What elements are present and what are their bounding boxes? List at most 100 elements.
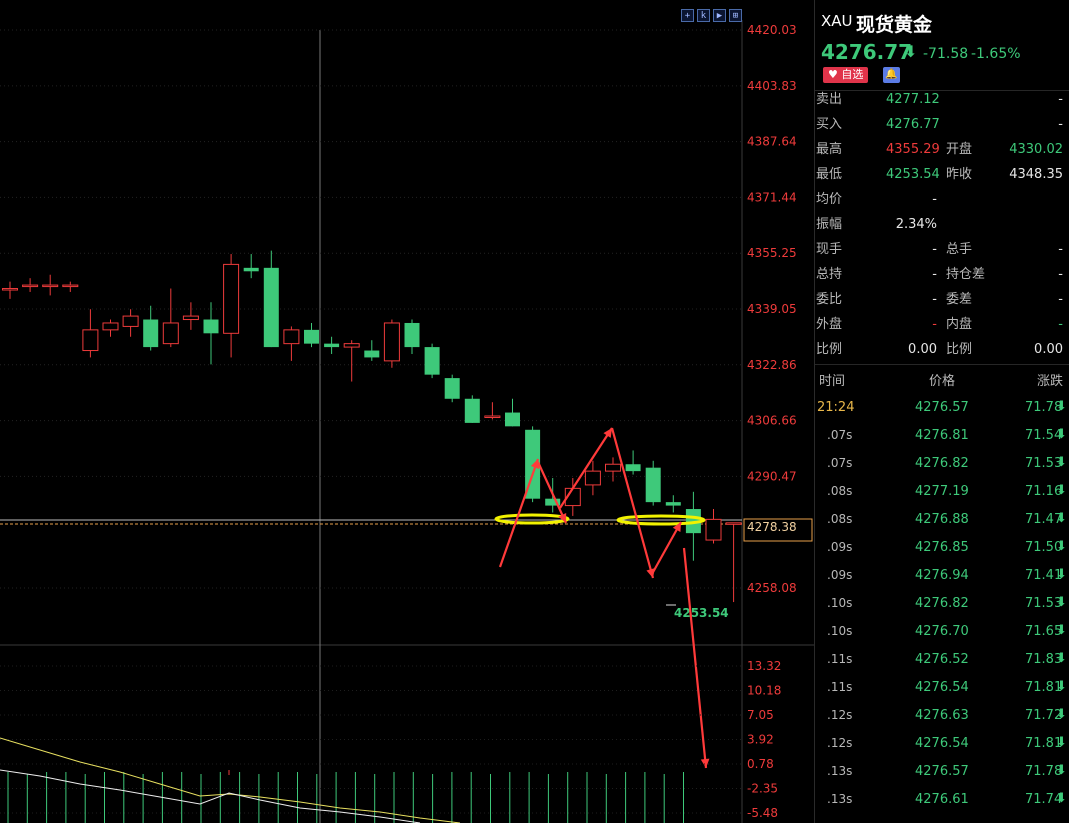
tick-row[interactable]: .11s 4276.54 71.81 ⬇	[815, 674, 1069, 702]
ticks-header-change: 涨跌	[1037, 374, 1064, 389]
tick-row[interactable]: .07s 4276.82 71.53 ⬇	[815, 450, 1069, 478]
tick-price: 4276.63	[915, 708, 969, 723]
quote-label: 持仓差	[946, 267, 986, 282]
candle-body	[143, 319, 159, 348]
quote-label: 现手	[816, 242, 843, 257]
price-tick-label: 4258.08	[747, 581, 797, 595]
low-marker-label: 4253.54	[674, 606, 729, 620]
favorite-label: 自选	[841, 68, 864, 81]
quote-value	[995, 191, 1063, 209]
quote-label: 振幅	[816, 217, 843, 232]
ticks-header-price: 价格	[929, 374, 956, 389]
play-icon[interactable]: ▶	[713, 9, 726, 22]
price-tick-label: 4306.66	[747, 414, 797, 428]
price-tick-label: 4290.47	[747, 469, 797, 483]
price-tick-label: 4278.38	[747, 520, 797, 534]
quote-label: 委比	[816, 292, 843, 307]
tick-row[interactable]: .10s 4276.82 71.53 ⬇	[815, 590, 1069, 618]
candle-body	[383, 322, 400, 362]
annotation-arrow	[498, 458, 540, 568]
tick-row[interactable]: .08s 4276.88 71.47 ⬇	[815, 506, 1069, 534]
macd-dea-line	[0, 737, 461, 823]
tick-row[interactable]: 21:24 4276.57 71.78 ⬇	[815, 394, 1069, 422]
ticks-header: 时间 价格 涨跌	[815, 368, 1069, 389]
tick-row[interactable]: .13s 4276.61 71.74 ⬇	[815, 786, 1069, 814]
quote-label: 比例	[816, 342, 843, 357]
tick-row[interactable]: .12s 4276.63 71.72 ⬇	[815, 702, 1069, 730]
candle-body	[102, 322, 119, 331]
tick-price: 4276.94	[915, 568, 969, 583]
tick-time: .07s	[827, 428, 853, 442]
quote-label: 最高	[816, 142, 843, 157]
price-tick-label: 4339.05	[747, 302, 797, 316]
add-favorite-button[interactable]: ♥ 自选	[823, 67, 869, 83]
down-arrow-icon: ⬇	[1056, 791, 1067, 806]
tick-time: .12s	[827, 708, 853, 722]
macd-tick-label: 13.32	[747, 659, 781, 673]
tick-row[interactable]: .08s 4277.19 71.16 ⬇	[815, 478, 1069, 506]
price-tick-label: 4403.83	[747, 79, 797, 93]
quote-value: 0.00	[1034, 342, 1063, 357]
quote-label	[946, 216, 996, 234]
quote-value: 4253.54	[886, 167, 940, 182]
candle-body	[283, 329, 300, 345]
down-arrow-icon: ⬇	[1056, 651, 1067, 666]
candle-body	[304, 329, 319, 344]
quote-value	[995, 216, 1063, 234]
macd-dif-line	[0, 769, 421, 823]
macd-tick-label: 10.18	[747, 684, 781, 698]
candle-body	[725, 522, 742, 525]
tick-row[interactable]: .12s 4276.54 71.81 ⬇	[815, 730, 1069, 758]
candlestick-chart[interactable]: 4420.03 4403.83 4387.64 4371.44 4355.25 4339.…	[0, 0, 814, 823]
price-tick-label: 4371.44	[747, 190, 797, 204]
down-arrow-icon: ⬇	[1056, 763, 1067, 778]
quote-value: 4276.77	[886, 117, 940, 132]
heart-icon: ♥	[828, 68, 838, 81]
down-arrow-icon: ⬇	[1056, 483, 1067, 498]
tick-time: .11s	[827, 680, 853, 694]
tick-time: .12s	[827, 736, 853, 750]
tick-row[interactable]: .07s 4276.81 71.54 ⬇	[815, 422, 1069, 450]
down-arrow-icon: ⬇	[904, 42, 918, 61]
tick-row[interactable]: .09s 4276.85 71.50 ⬇	[815, 534, 1069, 562]
quote-value: -	[1058, 117, 1063, 132]
quote-label: 外盘	[816, 317, 843, 332]
quote-label: 开盘	[946, 142, 973, 157]
quote-label	[946, 91, 996, 109]
candle-body	[464, 398, 480, 423]
tick-price: 4276.85	[915, 540, 969, 555]
indicator-icon[interactable]: k	[697, 9, 710, 22]
tick-price: 4277.19	[915, 484, 969, 499]
tick-row[interactable]: .11s 4276.52 71.83 ⬇	[815, 646, 1069, 674]
tick-price: 4276.52	[915, 652, 969, 667]
macd-tick-label: 0.78	[747, 757, 774, 771]
tick-row[interactable]: .09s 4276.94 71.41 ⬇	[815, 562, 1069, 590]
candle-body	[263, 267, 279, 348]
candle-body	[324, 343, 340, 348]
candle-body	[62, 284, 79, 288]
fullscreen-icon[interactable]: ⊞	[729, 9, 742, 22]
quote-label: 最低	[816, 167, 843, 182]
chart-area[interactable]: 4420.03 4403.83 4387.64 4371.44 4355.25 4339.…	[0, 0, 814, 823]
quote-value: -	[932, 192, 937, 207]
tick-time: .08s	[827, 484, 853, 498]
tick-time: .13s	[827, 764, 853, 778]
alert-bell-icon[interactable]: 🔔	[883, 67, 900, 83]
price-tick-label: 4420.03	[747, 23, 797, 37]
crosshair-icon[interactable]: +	[681, 9, 694, 22]
tick-row[interactable]: .10s 4276.70 71.65 ⬇	[815, 618, 1069, 646]
candle-body	[404, 322, 420, 348]
candle-body	[42, 284, 59, 288]
quote-label: 买入	[816, 117, 843, 132]
down-arrow-icon: ⬇	[1056, 567, 1067, 582]
macd-tick-label: 7.05	[747, 708, 774, 722]
down-arrow-icon: ⬇	[1056, 455, 1067, 470]
tick-time: .11s	[827, 652, 853, 666]
highlight-ellipse	[494, 513, 570, 525]
candle-body	[584, 470, 601, 486]
price-tick-label: 4355.25	[747, 246, 797, 260]
last-price: 4276.77	[821, 40, 913, 64]
tick-row[interactable]: .13s 4276.57 71.78 ⬇	[815, 758, 1069, 786]
symbol-code: XAU	[821, 12, 853, 30]
candle-body	[665, 502, 681, 506]
